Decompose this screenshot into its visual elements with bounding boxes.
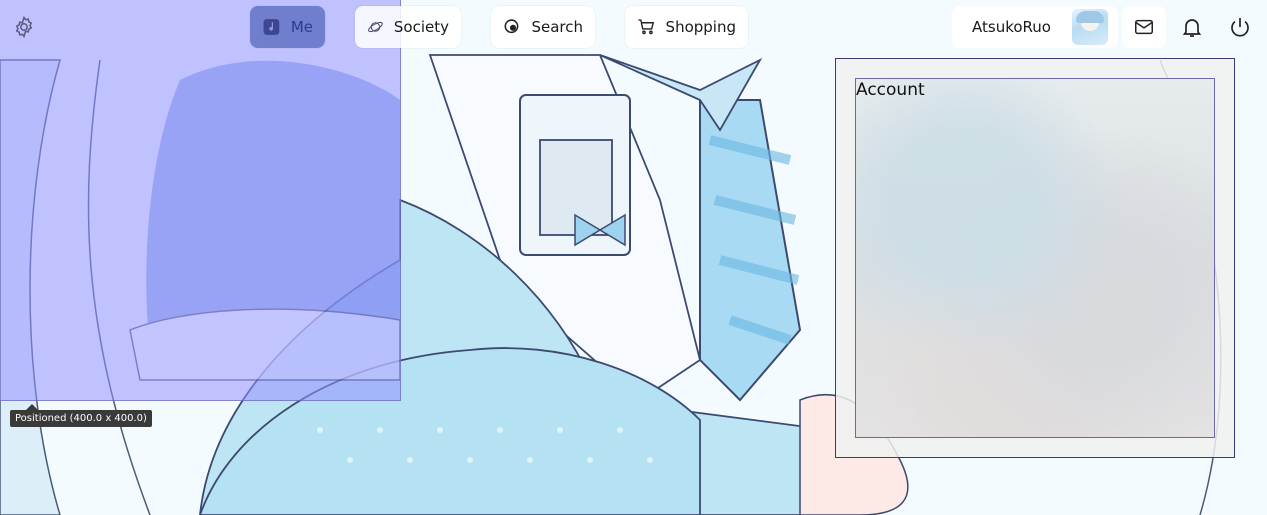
overlay-size-tooltip: Positioned (400.0 x 400.0) xyxy=(10,404,152,427)
nav-item-search[interactable]: Search xyxy=(491,6,595,48)
power-button[interactable] xyxy=(1226,6,1254,48)
music-note-icon xyxy=(263,19,280,35)
power-icon xyxy=(1231,18,1249,37)
nav-item-shopping[interactable]: Shopping xyxy=(625,6,748,48)
nav-item-label: Society xyxy=(393,18,449,36)
search-icon xyxy=(504,19,519,34)
settings-gear-icon[interactable] xyxy=(12,15,36,39)
planet-icon xyxy=(368,21,383,33)
user-profile-button[interactable]: AtsukoRuo xyxy=(952,6,1118,48)
cart-icon xyxy=(638,19,655,35)
nav-item-label: Me xyxy=(290,18,313,36)
positioned-overlay-box xyxy=(0,0,401,401)
bell-icon xyxy=(1182,19,1202,37)
mail-button[interactable] xyxy=(1122,6,1166,48)
account-title: Account xyxy=(856,80,925,100)
mail-icon xyxy=(1135,19,1153,35)
notifications-button[interactable] xyxy=(1178,6,1206,48)
nav-item-me[interactable]: Me xyxy=(250,6,325,48)
username: AtsukoRuo xyxy=(972,18,1051,36)
nav-item-society[interactable]: Society xyxy=(355,6,461,48)
account-content: Account xyxy=(855,78,1215,438)
avatar xyxy=(1072,9,1108,45)
nav-item-label: Shopping xyxy=(665,18,736,36)
nav-item-label: Search xyxy=(531,18,583,36)
account-panel: Account xyxy=(835,58,1235,458)
